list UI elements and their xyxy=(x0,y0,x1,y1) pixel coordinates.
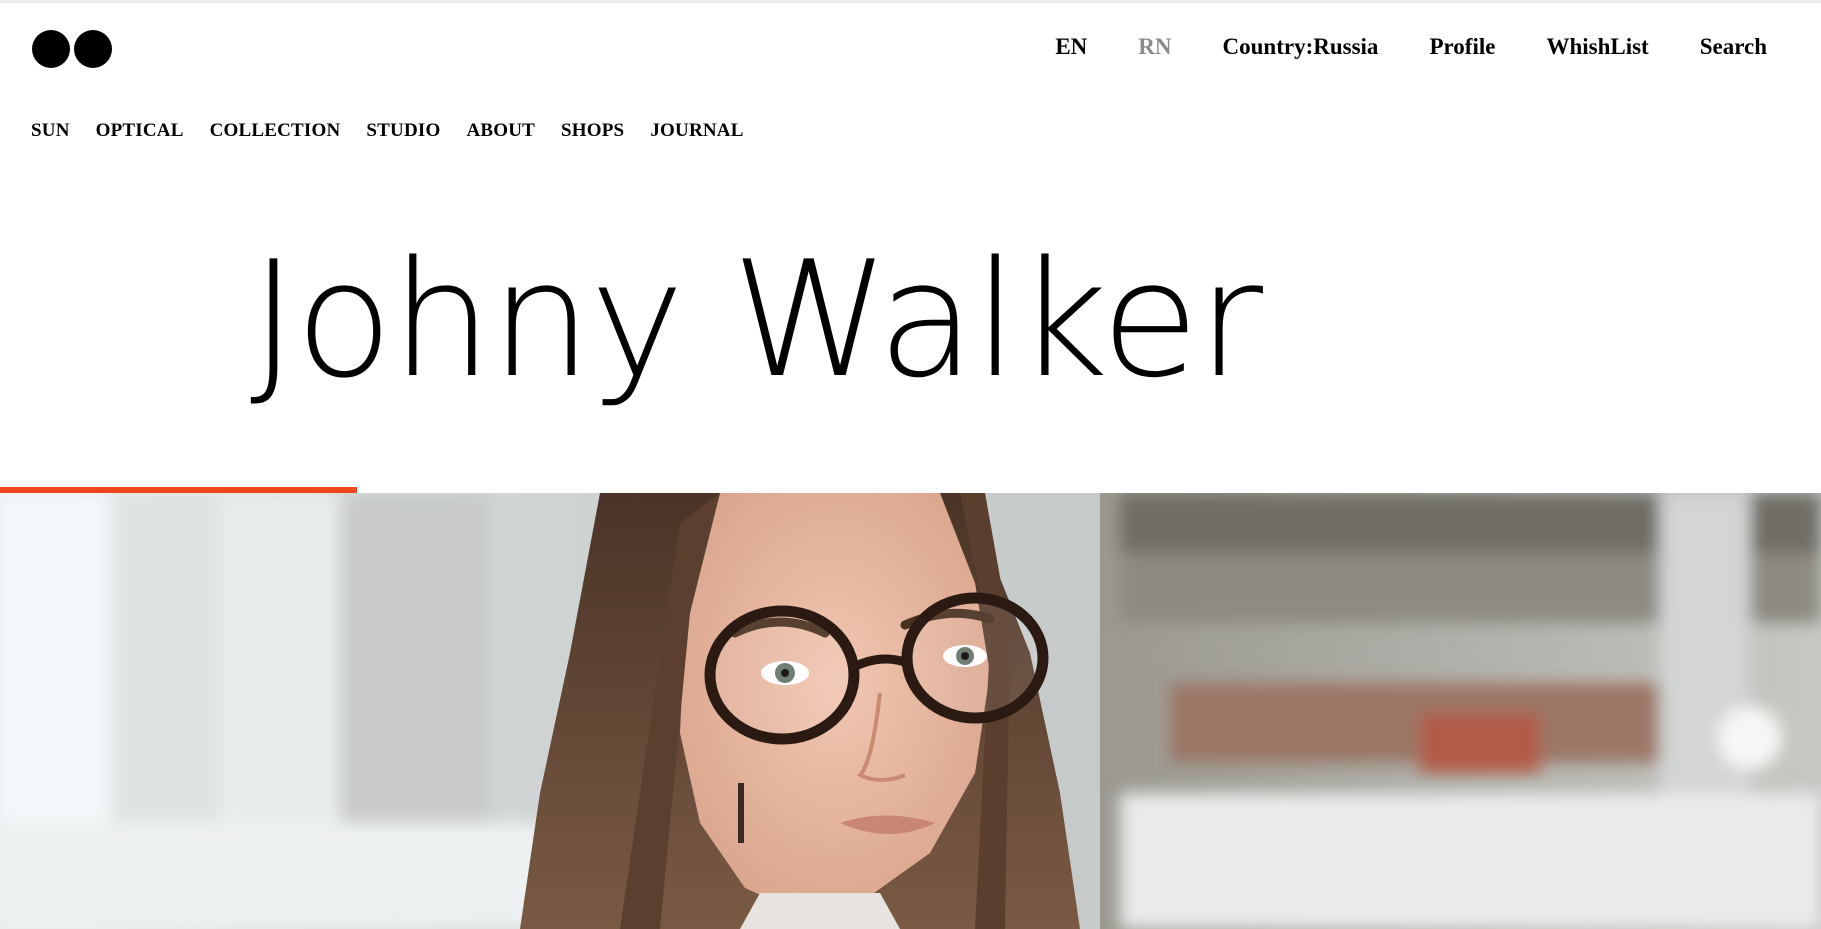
hero-image xyxy=(0,493,1821,929)
wishlist-link[interactable]: WhishList xyxy=(1546,34,1648,60)
top-divider xyxy=(0,0,1821,3)
nav-item-about[interactable]: ABOUT xyxy=(466,120,535,142)
nav-item-collection[interactable]: COLLECTION xyxy=(210,120,341,142)
hero-title: Johny Walker xyxy=(250,226,1263,413)
logo-dot-right-icon xyxy=(74,30,112,68)
nav-item-shops[interactable]: SHOPS xyxy=(561,120,624,142)
language-rn-link[interactable]: RN xyxy=(1138,34,1171,60)
search-link[interactable]: Search xyxy=(1700,34,1767,60)
main-nav: SUN OPTICAL COLLECTION STUDIO ABOUT SHOP… xyxy=(31,120,770,142)
brand-logo[interactable] xyxy=(32,30,112,70)
nav-item-sun[interactable]: SUN xyxy=(31,120,70,142)
language-en-link[interactable]: EN xyxy=(1055,34,1087,60)
nav-item-studio[interactable]: STUDIO xyxy=(366,120,440,142)
woman-with-glasses-photo xyxy=(0,493,1821,929)
country-selector[interactable]: Country:Russia xyxy=(1223,34,1379,60)
profile-link[interactable]: Profile xyxy=(1429,34,1495,60)
nav-item-journal[interactable]: JOURNAL xyxy=(650,120,743,142)
logo-dot-left-icon xyxy=(32,30,70,68)
nav-item-optical[interactable]: OPTICAL xyxy=(96,120,184,142)
utility-nav: EN RN Country:Russia Profile WhishList S… xyxy=(1055,34,1767,60)
